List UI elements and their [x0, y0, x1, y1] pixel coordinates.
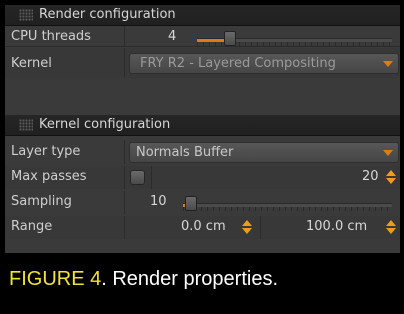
- cpu-threads-label: CPU threads: [11, 29, 91, 44]
- column-separator: [124, 140, 125, 164]
- max-passes-label: Max passes: [11, 169, 87, 184]
- range-row: Range 0.0 cm 100.0 cm: [5, 216, 400, 239]
- section-title: Kernel configuration: [39, 117, 171, 132]
- slider-ticks: [183, 207, 392, 211]
- column-separator: [124, 166, 125, 189]
- sampling-label: Sampling: [11, 194, 72, 209]
- max-passes-toggle[interactable]: [130, 170, 145, 185]
- range-min-value[interactable]: 0.0 cm: [181, 216, 226, 237]
- figure-caption: FIGURE 4. Render properties.: [9, 268, 278, 291]
- kernel-configuration-header[interactable]: Kernel configuration: [5, 115, 400, 136]
- layer-type-label: Layer type: [11, 144, 81, 159]
- dropdown-arrow-icon: [383, 61, 393, 67]
- max-passes-row: Max passes 20: [5, 166, 400, 189]
- slider-handle[interactable]: [224, 31, 236, 46]
- kernel-dropdown-value: FRY R2 - Layered Compositing: [140, 56, 336, 71]
- range-label: Range: [11, 219, 53, 234]
- column-separator: [124, 216, 125, 239]
- column-separator: [124, 26, 125, 47]
- cpu-threads-row: CPU threads 4: [5, 26, 400, 47]
- cpu-threads-value[interactable]: 4: [168, 26, 176, 47]
- caption-text: . Render properties.: [101, 268, 279, 290]
- section-title: Render configuration: [39, 7, 176, 22]
- layer-type-dropdown-value: Normals Buffer: [136, 145, 234, 160]
- stepper-icon[interactable]: [385, 219, 397, 235]
- stepper-up[interactable]: [386, 220, 396, 226]
- grip-icon: [19, 119, 33, 131]
- sampling-value[interactable]: 10: [150, 191, 167, 212]
- stepper-up[interactable]: [242, 220, 252, 226]
- row-separator: [5, 46, 400, 47]
- column-separator: [124, 191, 125, 214]
- stepper-icon[interactable]: [385, 169, 397, 185]
- render-properties-panel: Render configuration CPU threads 4 Kerne…: [5, 5, 400, 253]
- max-passes-value[interactable]: 20: [362, 166, 379, 187]
- figure-number: FIGURE 4: [9, 268, 102, 290]
- kernel-label: Kernel: [11, 56, 52, 71]
- layer-type-dropdown[interactable]: Normals Buffer: [129, 142, 399, 163]
- stepper-icon[interactable]: [241, 219, 253, 235]
- stepper-up[interactable]: [386, 170, 396, 176]
- kernel-row: Kernel FRY R2 - Layered Compositing: [5, 48, 400, 78]
- render-configuration-header[interactable]: Render configuration: [5, 5, 400, 26]
- slider-handle[interactable]: [185, 196, 197, 211]
- range-max-value[interactable]: 100.0 cm: [306, 216, 367, 237]
- dropdown-arrow-icon: [383, 150, 393, 156]
- grip-icon: [19, 9, 33, 21]
- kernel-dropdown[interactable]: FRY R2 - Layered Compositing: [129, 53, 399, 74]
- stepper-down[interactable]: [242, 228, 252, 234]
- layer-type-row: Layer type Normals Buffer: [5, 140, 400, 164]
- column-separator: [260, 216, 261, 239]
- column-separator: [151, 166, 152, 189]
- sampling-row: Sampling 10: [5, 191, 400, 214]
- stepper-down[interactable]: [386, 228, 396, 234]
- column-separator: [124, 48, 125, 78]
- stepper-down[interactable]: [386, 178, 396, 184]
